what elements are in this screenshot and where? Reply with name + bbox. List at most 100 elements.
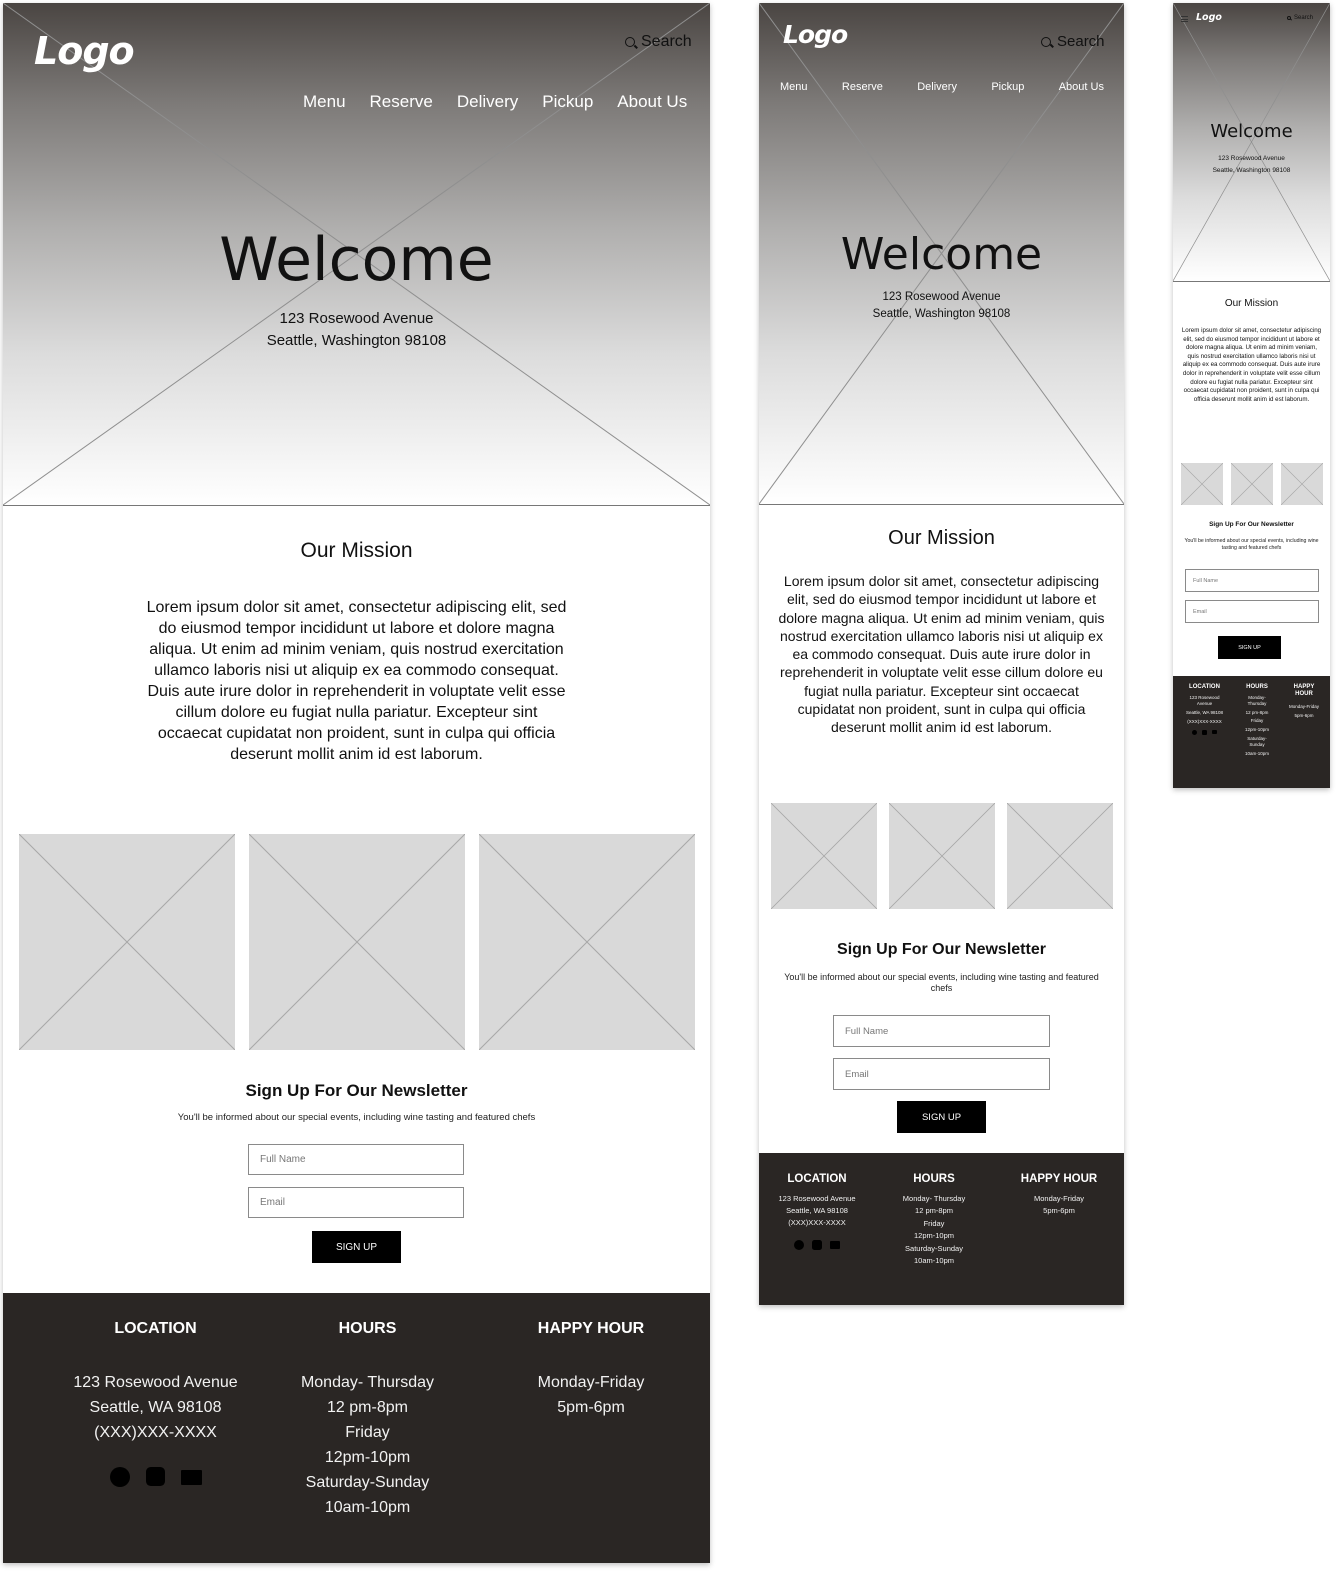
footer: LOCATION 123 Rosewood Avenue Seattle, WA… — [759, 1153, 1124, 1305]
hours-line: 12 pm-8pm — [1245, 709, 1269, 715]
mobile-wireframe: Logo Search Welcome 123 Rosewood Avenue … — [1173, 3, 1330, 788]
mission-body: Lorem ipsum dolor sit amet, consectetur … — [1181, 327, 1322, 403]
footer: LOCATION 123 Rosewood Avenue Seattle, WA… — [3, 1293, 710, 1563]
facebook-icon[interactable] — [109, 1467, 130, 1487]
hours-line: 10am-10pm — [1244, 750, 1269, 756]
mail-icon[interactable] — [830, 1241, 840, 1249]
image-placeholder-icon — [479, 834, 695, 1050]
footer-hours: HOURS Monday- Thursday 12 pm-8pm Friday … — [879, 1173, 989, 1267]
gallery-image-placeholder — [1181, 463, 1223, 505]
hero-address: 123 Rosewood Avenue Seattle, Washington … — [1173, 153, 1330, 177]
footer-hours-heading: HOURS — [338, 1320, 397, 1337]
footer-address-line2: Seattle, WA 98108 — [1185, 710, 1224, 715]
mission-body: Lorem ipsum dolor sit amet, consectetur … — [778, 573, 1105, 736]
hours-line: Monday- Thursday — [300, 1374, 435, 1391]
search-button[interactable]: Search — [625, 33, 692, 51]
mail-icon[interactable] — [1212, 730, 1217, 734]
hours-line: Monday- Thursday — [902, 1194, 966, 1203]
hours-line: 10am-10pm — [324, 1499, 411, 1516]
social-links — [43, 1467, 268, 1487]
happy-hour-line: 5pm-6pm — [1043, 1206, 1075, 1215]
full-name-input[interactable]: Full Name — [1185, 569, 1319, 592]
logo[interactable]: Logo — [34, 29, 135, 73]
hero-title: Welcome — [219, 225, 494, 295]
image-placeholder-icon — [889, 803, 995, 909]
footer-address-line2: Seattle, WA 98108 — [786, 1206, 848, 1215]
facebook-icon[interactable] — [1192, 730, 1197, 735]
footer-happy-hour-heading: HAPPY HOUR — [1020, 1173, 1098, 1185]
search-icon — [1041, 36, 1051, 47]
logo[interactable]: Logo — [783, 20, 848, 49]
footer-location: LOCATION 123 Rosewood Avenue Seattle, WA… — [767, 1173, 867, 1250]
instagram-icon[interactable] — [812, 1240, 822, 1250]
sign-up-button[interactable]: SIGN UP — [1218, 636, 1281, 659]
footer-address-line1: 123 Rosewood Avenue — [73, 1374, 238, 1391]
footer-location: LOCATION 123 Rosewood Avenue Seattle, WA… — [43, 1320, 268, 1487]
sign-up-button[interactable]: SIGN UP — [312, 1231, 401, 1263]
hours-line: 10am-10pm — [913, 1256, 955, 1266]
main-nav: Menu Reserve Delivery Pickup About Us — [780, 81, 1104, 93]
image-gallery — [771, 803, 1113, 909]
hero-title: Welcome — [840, 229, 1043, 280]
nav-item-about-us[interactable]: About Us — [1059, 81, 1104, 93]
mission-title: Our Mission — [1224, 298, 1279, 309]
hero-address-line2: Seattle, Washington 98108 — [872, 308, 1011, 320]
instagram-icon[interactable] — [145, 1467, 165, 1486]
search-button[interactable]: Search — [1287, 15, 1313, 21]
image-placeholder-icon — [1281, 463, 1323, 505]
hero-section: Logo Search Welcome 123 Rosewood Avenue … — [1173, 3, 1330, 282]
full-name-input[interactable]: Full Name — [833, 1015, 1050, 1047]
footer-address-line2: Seattle, WA 98108 — [89, 1399, 222, 1416]
image-gallery — [19, 834, 695, 1050]
image-gallery — [1181, 463, 1323, 505]
footer-happy-hour-heading: HAPPY HOUR — [537, 1320, 645, 1337]
happy-hour-line: 5pm-6pm — [557, 1399, 625, 1416]
newsletter-title: Sign Up For Our Newsletter — [837, 941, 1046, 958]
image-placeholder-icon — [249, 834, 465, 1050]
social-links — [1176, 730, 1233, 735]
facebook-icon[interactable] — [794, 1240, 804, 1250]
email-input[interactable]: Email — [833, 1058, 1050, 1090]
footer-location-heading: LOCATION — [787, 1173, 847, 1185]
nav-item-menu[interactable]: Menu — [303, 92, 346, 112]
nav-item-about-us[interactable]: About Us — [617, 92, 687, 112]
hours-line: Saturday-Sunday — [305, 1474, 430, 1491]
instagram-icon[interactable] — [1202, 730, 1207, 735]
hours-line: Monday- Thursday — [1247, 695, 1267, 706]
nav-item-delivery[interactable]: Delivery — [457, 92, 518, 112]
gallery-image-placeholder — [479, 834, 695, 1050]
hero-address-line2: Seattle, Washington 98108 — [1212, 167, 1291, 174]
search-label: Search — [1294, 15, 1314, 21]
desktop-wireframe: Logo Search Menu Reserve Delivery Pickup… — [3, 3, 710, 1563]
nav-item-reserve[interactable]: Reserve — [370, 92, 433, 112]
hamburger-menu-icon[interactable] — [1181, 16, 1188, 22]
sign-up-button[interactable]: SIGN UP — [897, 1101, 986, 1133]
logo[interactable]: Logo — [1196, 12, 1222, 23]
full-name-input[interactable]: Full Name — [248, 1144, 464, 1175]
gallery-image-placeholder — [889, 803, 995, 909]
footer-hours-heading: HOURS — [913, 1173, 955, 1185]
hero-address-line1: 123 Rosewood Avenue — [1218, 155, 1285, 162]
newsletter-title: Sign Up For Our Newsletter — [1209, 521, 1294, 528]
newsletter-subtitle: You'll be informed about our special eve… — [1184, 538, 1319, 551]
image-placeholder-icon — [1007, 803, 1113, 909]
tablet-wireframe: Logo Search Menu Reserve Delivery Pickup… — [759, 3, 1124, 1305]
image-placeholder-icon — [771, 803, 877, 909]
newsletter-subtitle: You'll be informed about our special eve… — [784, 972, 1099, 993]
footer-happy-hour: HAPPY HOUR Monday-Friday 5pm-6pm — [1004, 1173, 1114, 1217]
nav-item-menu[interactable]: Menu — [780, 81, 808, 93]
nav-item-delivery[interactable]: Delivery — [917, 81, 957, 93]
footer-hours: HOURS Monday- Thursday 12 pm-8pm Friday … — [265, 1320, 470, 1520]
email-input[interactable]: Email — [1185, 600, 1319, 623]
search-button[interactable]: Search — [1041, 33, 1105, 50]
image-placeholder-icon — [19, 834, 235, 1050]
nav-item-reserve[interactable]: Reserve — [842, 81, 883, 93]
nav-item-pickup[interactable]: Pickup — [991, 81, 1024, 93]
hero-address-line1: 123 Rosewood Avenue — [882, 291, 1001, 303]
mail-icon[interactable] — [180, 1470, 202, 1485]
footer-happy-hour-heading: HAPPY HOUR — [1293, 684, 1315, 697]
email-input[interactable]: Email — [248, 1187, 464, 1218]
gallery-image-placeholder — [1231, 463, 1273, 505]
nav-item-pickup[interactable]: Pickup — [542, 92, 593, 112]
footer: LOCATION 123 Rosewood Avenue Seattle, WA… — [1173, 676, 1330, 788]
